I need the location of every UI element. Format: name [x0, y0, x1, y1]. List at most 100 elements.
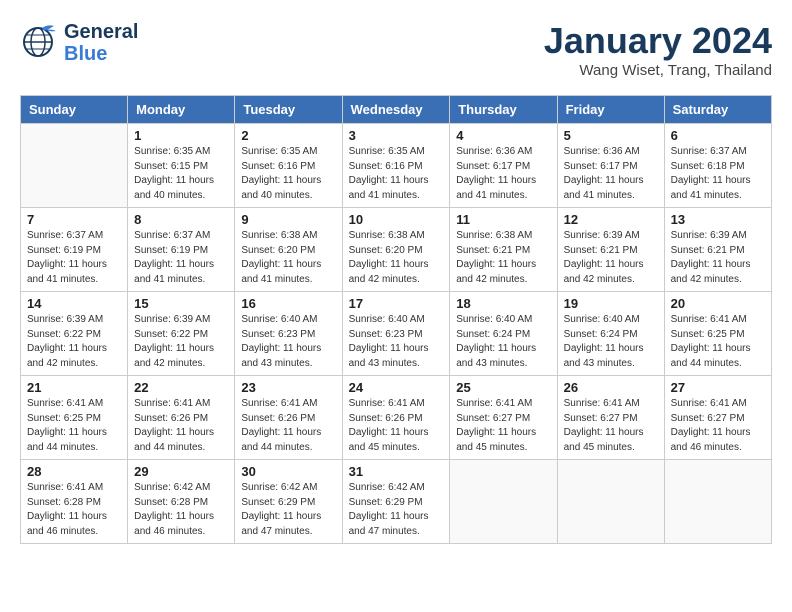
- day-info: Sunrise: 6:40 AM Sunset: 6:23 PM Dayligh…: [241, 313, 335, 371]
- location: Wang Wiset, Trang, Thailand: [544, 62, 772, 79]
- day-number: 15: [134, 296, 228, 311]
- day-number: 26: [564, 380, 658, 395]
- weekday-header-wednesday: Wednesday: [342, 96, 450, 124]
- calendar-cell: 15 Sunrise: 6:39 AM Sunset: 6:22 PM Dayli…: [128, 292, 235, 376]
- calendar-week-4: 21 Sunrise: 6:41 AM Sunset: 6:25 PM Dayli…: [21, 376, 772, 460]
- calendar-cell: 12Sunrise: 6:39 AM Sunset: 6:21 PM Dayli…: [557, 208, 664, 292]
- day-number: 27: [671, 380, 765, 395]
- calendar-cell: 11Sunrise: 6:38 AM Sunset: 6:21 PM Dayli…: [450, 208, 557, 292]
- day-info: Sunrise: 6:42 AM Sunset: 6:28 PM Dayligh…: [134, 481, 228, 539]
- weekday-header-row: SundayMondayTuesdayWednesdayThursdayFrid…: [21, 96, 772, 124]
- day-number: 17: [349, 296, 444, 311]
- day-info: Sunrise: 6:38 AM Sunset: 6:21 PM Dayligh…: [456, 229, 550, 287]
- day-number: 2: [241, 128, 335, 143]
- day-info: Sunrise: 6:37 AM Sunset: 6:19 PM Dayligh…: [134, 229, 228, 287]
- day-number: 5: [564, 128, 658, 143]
- day-number: 21: [27, 380, 121, 395]
- day-info: Sunrise: 6:40 AM Sunset: 6:24 PM Dayligh…: [456, 313, 550, 371]
- calendar-cell: 30 Sunrise: 6:42 AM Sunset: 6:29 PM Dayli…: [235, 460, 342, 544]
- day-info: Sunrise: 6:39 AM Sunset: 6:22 PM Dayligh…: [134, 313, 228, 371]
- day-info: Sunrise: 6:40 AM Sunset: 6:24 PM Dayligh…: [564, 313, 658, 371]
- day-info: Sunrise: 6:40 AM Sunset: 6:23 PM Dayligh…: [349, 313, 444, 371]
- calendar-cell: 31 Sunrise: 6:42 AM Sunset: 6:29 PM Dayli…: [342, 460, 450, 544]
- calendar-cell: 23Sunrise: 6:41 AM Sunset: 6:26 PM Dayli…: [235, 376, 342, 460]
- calendar-cell: [21, 124, 128, 208]
- calendar-cell: 17 Sunrise: 6:40 AM Sunset: 6:23 PM Dayli…: [342, 292, 450, 376]
- calendar-cell: 2 Sunrise: 6:35 AM Sunset: 6:16 PM Daylig…: [235, 124, 342, 208]
- day-number: 25: [456, 380, 550, 395]
- calendar-week-5: 28 Sunrise: 6:41 AM Sunset: 6:28 PM Dayli…: [21, 460, 772, 544]
- month-title: January 2024: [544, 20, 772, 62]
- day-info: Sunrise: 6:41 AM Sunset: 6:27 PM Dayligh…: [564, 397, 658, 455]
- day-number: 10: [349, 212, 444, 227]
- calendar-cell: 8 Sunrise: 6:37 AM Sunset: 6:19 PM Daylig…: [128, 208, 235, 292]
- day-info: Sunrise: 6:39 AM Sunset: 6:21 PM Dayligh…: [564, 229, 658, 287]
- day-number: 28: [27, 464, 121, 479]
- calendar-cell: [557, 460, 664, 544]
- day-number: 1: [134, 128, 228, 143]
- day-info: Sunrise: 6:38 AM Sunset: 6:20 PM Dayligh…: [349, 229, 444, 287]
- day-info: Sunrise: 6:42 AM Sunset: 6:29 PM Dayligh…: [241, 481, 335, 539]
- calendar-week-2: 7 Sunrise: 6:37 AM Sunset: 6:19 PM Daylig…: [21, 208, 772, 292]
- calendar-cell: 9Sunrise: 6:38 AM Sunset: 6:20 PM Daylig…: [235, 208, 342, 292]
- calendar-cell: 4 Sunrise: 6:36 AM Sunset: 6:17 PM Daylig…: [450, 124, 557, 208]
- day-info: Sunrise: 6:39 AM Sunset: 6:21 PM Dayligh…: [671, 229, 765, 287]
- calendar-cell: 27 Sunrise: 6:41 AM Sunset: 6:27 PM Dayli…: [664, 376, 771, 460]
- day-info: Sunrise: 6:35 AM Sunset: 6:16 PM Dayligh…: [241, 145, 335, 203]
- day-info: Sunrise: 6:35 AM Sunset: 6:15 PM Dayligh…: [134, 145, 228, 203]
- day-number: 16: [241, 296, 335, 311]
- day-info: Sunrise: 6:36 AM Sunset: 6:17 PM Dayligh…: [456, 145, 550, 203]
- day-number: 7: [27, 212, 121, 227]
- calendar-cell: [450, 460, 557, 544]
- calendar-cell: 25Sunrise: 6:41 AM Sunset: 6:27 PM Dayli…: [450, 376, 557, 460]
- day-number: 13: [671, 212, 765, 227]
- calendar-cell: 26 Sunrise: 6:41 AM Sunset: 6:27 PM Dayli…: [557, 376, 664, 460]
- day-number: 30: [241, 464, 335, 479]
- day-info: Sunrise: 6:41 AM Sunset: 6:28 PM Dayligh…: [27, 481, 121, 539]
- day-number: 20: [671, 296, 765, 311]
- day-number: 4: [456, 128, 550, 143]
- weekday-header-sunday: Sunday: [21, 96, 128, 124]
- day-info: Sunrise: 6:39 AM Sunset: 6:22 PM Dayligh…: [27, 313, 121, 371]
- day-number: 8: [134, 212, 228, 227]
- day-info: Sunrise: 6:41 AM Sunset: 6:25 PM Dayligh…: [27, 397, 121, 455]
- weekday-header-monday: Monday: [128, 96, 235, 124]
- calendar-week-3: 14 Sunrise: 6:39 AM Sunset: 6:22 PM Dayli…: [21, 292, 772, 376]
- day-number: 22: [134, 380, 228, 395]
- day-info: Sunrise: 6:41 AM Sunset: 6:26 PM Dayligh…: [134, 397, 228, 455]
- weekday-header-tuesday: Tuesday: [235, 96, 342, 124]
- calendar-cell: 5 Sunrise: 6:36 AM Sunset: 6:17 PM Daylig…: [557, 124, 664, 208]
- logo-text: General Blue: [64, 21, 138, 65]
- day-info: Sunrise: 6:41 AM Sunset: 6:25 PM Dayligh…: [671, 313, 765, 371]
- weekday-header-saturday: Saturday: [664, 96, 771, 124]
- weekday-header-friday: Friday: [557, 96, 664, 124]
- calendar-cell: 14 Sunrise: 6:39 AM Sunset: 6:22 PM Dayli…: [21, 292, 128, 376]
- calendar-cell: 21 Sunrise: 6:41 AM Sunset: 6:25 PM Dayli…: [21, 376, 128, 460]
- calendar-cell: 24 Sunrise: 6:41 AM Sunset: 6:26 PM Dayli…: [342, 376, 450, 460]
- day-number: 31: [349, 464, 444, 479]
- day-number: 14: [27, 296, 121, 311]
- day-number: 6: [671, 128, 765, 143]
- logo: General Blue: [20, 20, 138, 65]
- day-info: Sunrise: 6:42 AM Sunset: 6:29 PM Dayligh…: [349, 481, 444, 539]
- calendar-cell: 19 Sunrise: 6:40 AM Sunset: 6:24 PM Dayli…: [557, 292, 664, 376]
- calendar-cell: 6 Sunrise: 6:37 AM Sunset: 6:18 PM Daylig…: [664, 124, 771, 208]
- weekday-header-thursday: Thursday: [450, 96, 557, 124]
- calendar-cell: 20 Sunrise: 6:41 AM Sunset: 6:25 PM Dayli…: [664, 292, 771, 376]
- calendar-week-1: 1 Sunrise: 6:35 AM Sunset: 6:15 PM Daylig…: [21, 124, 772, 208]
- day-info: Sunrise: 6:36 AM Sunset: 6:17 PM Dayligh…: [564, 145, 658, 203]
- day-info: Sunrise: 6:41 AM Sunset: 6:26 PM Dayligh…: [349, 397, 444, 455]
- day-number: 24: [349, 380, 444, 395]
- day-number: 3: [349, 128, 444, 143]
- day-info: Sunrise: 6:38 AM Sunset: 6:20 PM Dayligh…: [241, 229, 335, 287]
- calendar-cell: 29Sunrise: 6:42 AM Sunset: 6:28 PM Dayli…: [128, 460, 235, 544]
- calendar-cell: 10 Sunrise: 6:38 AM Sunset: 6:20 PM Dayli…: [342, 208, 450, 292]
- day-info: Sunrise: 6:35 AM Sunset: 6:16 PM Dayligh…: [349, 145, 444, 203]
- day-info: Sunrise: 6:37 AM Sunset: 6:18 PM Dayligh…: [671, 145, 765, 203]
- day-info: Sunrise: 6:41 AM Sunset: 6:26 PM Dayligh…: [241, 397, 335, 455]
- day-number: 19: [564, 296, 658, 311]
- calendar-cell: 13 Sunrise: 6:39 AM Sunset: 6:21 PM Dayli…: [664, 208, 771, 292]
- day-info: Sunrise: 6:41 AM Sunset: 6:27 PM Dayligh…: [671, 397, 765, 455]
- logo-icon: [20, 20, 60, 65]
- calendar-cell: 22 Sunrise: 6:41 AM Sunset: 6:26 PM Dayli…: [128, 376, 235, 460]
